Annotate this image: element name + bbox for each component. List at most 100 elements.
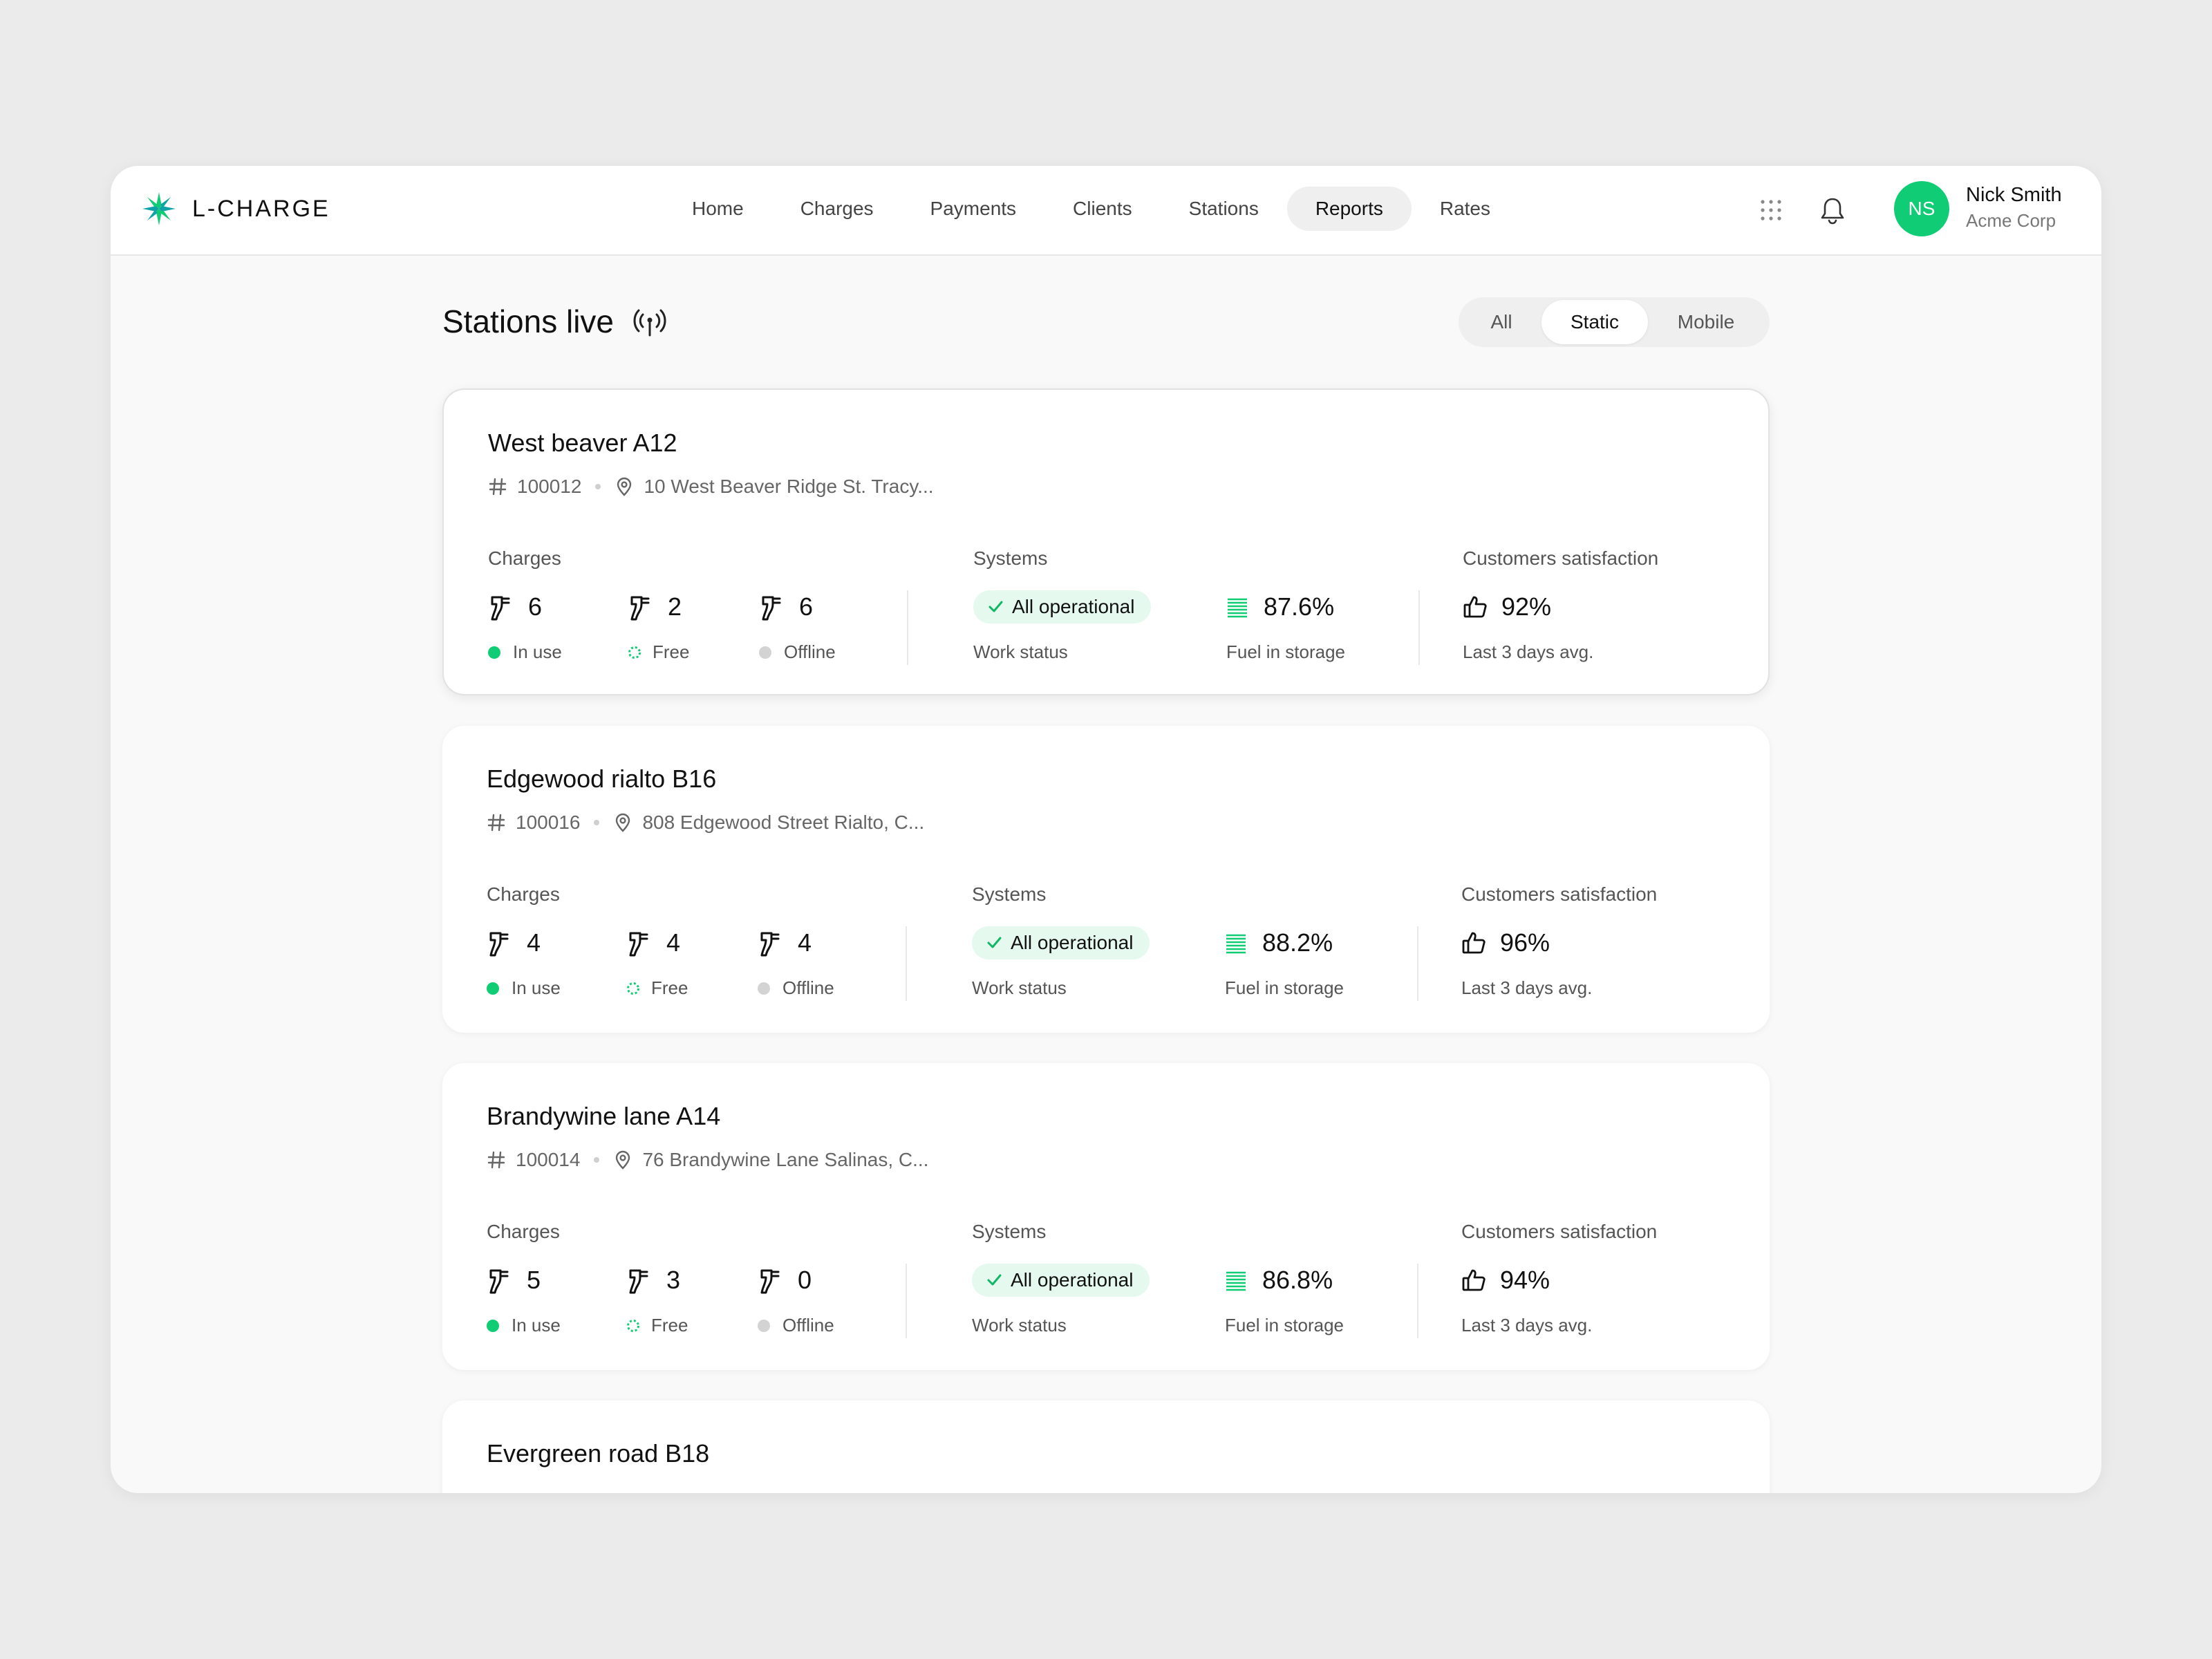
brand[interactable]: L-CHARGE: [141, 191, 330, 227]
in-use-count: 4: [527, 928, 541, 957]
station-id: 100012: [517, 476, 582, 497]
satisfaction-period-label: Last 3 days avg.: [1461, 977, 1593, 998]
station-name: Edgewood rialto B16: [487, 765, 717, 793]
fuel-label: Fuel in storage: [1226, 641, 1345, 662]
station-address: 808 Edgewood Street Rialto, C...: [642, 812, 925, 833]
offline-label: Offline: [782, 1315, 834, 1335]
broadcast-icon: [633, 309, 666, 337]
nav-payments[interactable]: Payments: [902, 187, 1045, 231]
brand-name: L-CHARGE: [192, 195, 330, 222]
thumbs-up-icon: [1463, 596, 1487, 618]
in-use-dot: [488, 646, 500, 659]
main-nav: Home Charges Payments Clients Stations R…: [664, 187, 1519, 231]
in-use-dot: [487, 982, 499, 995]
free-spinner-icon: [627, 982, 639, 995]
charger-plug-icon: [760, 1269, 780, 1294]
filter-mobile[interactable]: Mobile: [1648, 300, 1764, 344]
station-type-filter: All Static Mobile: [1459, 297, 1770, 347]
in-use-dot: [487, 1319, 499, 1332]
avatar[interactable]: NS: [1894, 181, 1949, 236]
divider: [906, 1264, 907, 1338]
free-count: 3: [666, 1266, 681, 1294]
station-meta: 100014 76 Brandywine Lane Salinas, C...: [487, 1146, 928, 1174]
check-icon: [988, 601, 1003, 612]
offline-count: 6: [799, 592, 814, 621]
charger-plug-icon: [760, 932, 780, 957]
systems-label: Systems: [972, 1221, 1047, 1242]
satisfaction-value: 94%: [1500, 1266, 1550, 1294]
divider: [1418, 590, 1420, 665]
charge-in-use: 5 In use: [487, 1264, 561, 1336]
work-status-text: All operational: [1012, 596, 1135, 617]
satisfaction-value-group: 94%: [1461, 1264, 1550, 1297]
station-card[interactable]: Evergreen road B18: [442, 1400, 1770, 1493]
satisfaction-value: 96%: [1500, 928, 1550, 957]
nav-reports[interactable]: Reports: [1286, 187, 1412, 231]
location-pin-icon: [617, 477, 632, 496]
systems-label: Systems: [973, 547, 1048, 569]
free-spinner-icon: [628, 646, 641, 659]
user-org: Acme Corp: [1966, 210, 2056, 231]
fuel-bars-icon: [1226, 934, 1246, 954]
offline-label: Offline: [784, 641, 836, 662]
meta-separator: [594, 1157, 600, 1163]
nav-rates[interactable]: Rates: [1412, 187, 1519, 231]
offline-dot: [758, 982, 770, 995]
station-card[interactable]: Brandywine lane A14 100014 76 Brandywine…: [442, 1063, 1770, 1370]
station-address: 10 West Beaver Ridge St. Tracy...: [644, 476, 934, 497]
nav-home[interactable]: Home: [664, 187, 772, 231]
check-icon: [987, 937, 1002, 948]
in-use-label: In use: [512, 1315, 561, 1335]
charger-plug-icon: [489, 932, 509, 957]
fuel-level: 87.6%: [1226, 590, 1334, 624]
hash-icon: [489, 478, 507, 496]
in-use-count: 6: [528, 592, 543, 621]
station-card[interactable]: West beaver A12 100012 10 West Beaver Ri…: [442, 388, 1770, 695]
station-name: Brandywine lane A14: [487, 1102, 721, 1130]
work-status-badge: All operational: [972, 1264, 1150, 1297]
meta-separator: [594, 820, 600, 825]
nav-stations[interactable]: Stations: [1161, 187, 1287, 231]
filter-static[interactable]: Static: [1541, 300, 1648, 344]
bell-icon[interactable]: [1818, 195, 1847, 225]
offline-dot: [759, 646, 771, 659]
charge-offline: 4 Offline: [758, 926, 834, 999]
hash-icon: [487, 1151, 505, 1169]
thumbs-up-icon: [1462, 1269, 1485, 1291]
filter-all[interactable]: All: [1461, 300, 1541, 344]
charger-plug-icon: [630, 596, 650, 621]
divider: [1417, 1264, 1418, 1338]
free-label: Free: [653, 641, 690, 662]
location-pin-icon: [616, 1150, 630, 1170]
satisfaction-period-label: Last 3 days avg.: [1463, 641, 1594, 662]
charger-plug-icon: [762, 596, 781, 621]
work-status-badge: All operational: [973, 590, 1152, 624]
work-status-label: Work status: [973, 641, 1068, 662]
nav-charges[interactable]: Charges: [772, 187, 902, 231]
work-status-text: All operational: [1011, 1269, 1134, 1291]
in-use-count: 5: [527, 1266, 541, 1294]
charge-in-use: 4 In use: [487, 926, 561, 999]
divider: [907, 590, 908, 665]
fuel-level: 86.8%: [1225, 1264, 1333, 1297]
charge-offline: 0 Offline: [758, 1264, 834, 1336]
charger-plug-icon: [629, 1269, 648, 1294]
logo-icon: [142, 192, 176, 225]
location-pin-icon: [616, 813, 630, 832]
station-meta: 100012 10 West Beaver Ridge St. Tracy...: [488, 473, 934, 500]
nav-clients[interactable]: Clients: [1044, 187, 1161, 231]
station-meta: 100016 808 Edgewood Street Rialto, C...: [487, 809, 924, 836]
top-header: L-CHARGE Home Charges Payments Clients S…: [111, 166, 2101, 256]
charge-in-use: 6 In use: [488, 590, 562, 663]
page-title: Stations live: [442, 303, 666, 340]
charge-free: 3 Free: [626, 1264, 688, 1336]
charge-free: 2 Free: [628, 590, 689, 663]
fuel-bars-icon: [1228, 598, 1247, 618]
charge-offline: 6 Offline: [759, 590, 836, 663]
apps-grid-icon[interactable]: [1757, 196, 1785, 224]
divider: [906, 926, 907, 1001]
station-card[interactable]: Edgewood rialto B16 100016 808 Edgewood …: [442, 726, 1770, 1033]
free-count: 4: [666, 928, 681, 957]
in-use-label: In use: [513, 641, 562, 662]
offline-count: 0: [798, 1266, 812, 1294]
